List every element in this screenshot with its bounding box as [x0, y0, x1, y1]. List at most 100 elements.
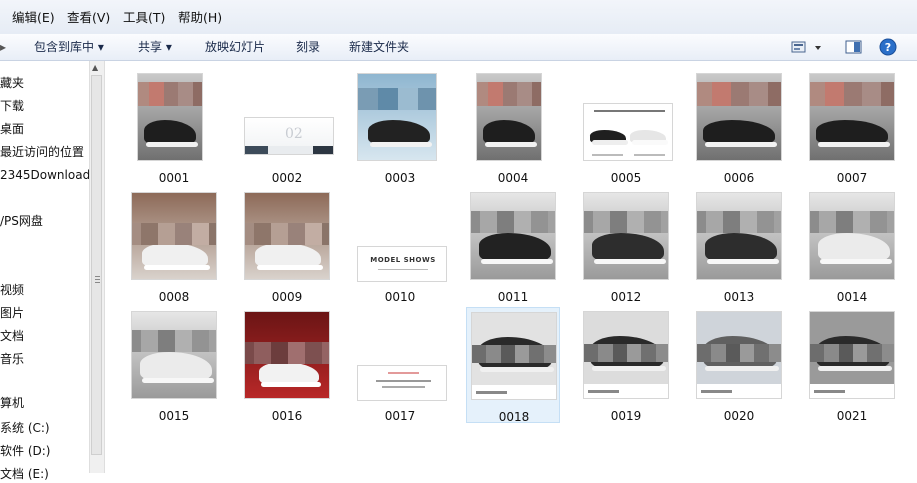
- file-item[interactable]: 0016: [240, 307, 334, 423]
- new-folder-button[interactable]: 新建文件夹: [349, 39, 409, 55]
- slideshow-button[interactable]: 放映幻灯片: [205, 39, 265, 55]
- file-item[interactable]: 0012: [579, 188, 673, 304]
- file-name: 0015: [158, 409, 190, 423]
- file-item[interactable]: 0014: [805, 188, 899, 304]
- scroll-up-icon[interactable]: ▲: [92, 63, 98, 72]
- image-thumbnail: [805, 188, 899, 288]
- file-item[interactable]: 0020: [692, 307, 786, 423]
- image-thumbnail: [579, 69, 673, 169]
- file-name: 0019: [610, 409, 642, 423]
- nav-item[interactable]: 桌面: [0, 120, 24, 138]
- file-item[interactable]: 02 0002: [240, 69, 334, 185]
- image-thumbnail: [353, 307, 447, 407]
- thumbnail-caption: MODEL SHOWS: [370, 256, 436, 264]
- file-name: 0011: [497, 290, 529, 304]
- file-name: 0001: [158, 171, 190, 185]
- chevron-left-icon[interactable]: ▸: [0, 39, 6, 55]
- file-name: 0018: [498, 410, 530, 424]
- file-name: 0016: [271, 409, 303, 423]
- nav-item[interactable]: 藏夹: [0, 74, 24, 92]
- include-in-library-button[interactable]: 包含到库中 ▾: [34, 39, 104, 55]
- image-thumbnail: [579, 307, 673, 407]
- nav-scrollbar[interactable]: ▲: [89, 61, 105, 473]
- image-thumbnail: [579, 188, 673, 288]
- nav-item[interactable]: 算机: [0, 394, 24, 412]
- image-thumbnail: [805, 307, 899, 407]
- file-name: 0012: [610, 290, 642, 304]
- file-item[interactable]: 0003: [353, 69, 447, 185]
- nav-item[interactable]: /PS网盘: [0, 212, 43, 230]
- image-thumbnail: [467, 308, 561, 408]
- image-thumbnail: [466, 188, 560, 288]
- file-name: 0007: [836, 171, 868, 185]
- image-thumbnail: 02: [240, 69, 334, 169]
- file-name: 0003: [384, 171, 416, 185]
- share-button[interactable]: 共享 ▾: [138, 39, 172, 55]
- nav-item[interactable]: 2345Downloads: [0, 166, 96, 184]
- image-thumbnail: [692, 307, 786, 407]
- navigation-pane: 藏夹 下载 桌面 最近访问的位置 2345Downloads /PS网盘 视频 …: [0, 61, 96, 481]
- file-name: 0006: [723, 171, 755, 185]
- file-name: 0004: [497, 171, 529, 185]
- nav-item[interactable]: 音乐: [0, 350, 24, 368]
- file-item[interactable]: 0019: [579, 307, 673, 423]
- menu-tools[interactable]: 工具(T): [123, 10, 165, 26]
- nav-item[interactable]: 软件 (D:): [0, 442, 50, 460]
- view-options-icon[interactable]: [791, 38, 823, 56]
- file-name: 0009: [271, 290, 303, 304]
- image-thumbnail: [127, 188, 221, 288]
- file-name: 0014: [836, 290, 868, 304]
- image-thumbnail: [805, 69, 899, 169]
- image-thumbnail: [240, 188, 334, 288]
- file-item[interactable]: 0001: [127, 69, 221, 185]
- file-item[interactable]: 0005: [579, 69, 673, 185]
- file-item[interactable]: 0006: [692, 69, 786, 185]
- file-name: 0021: [836, 409, 868, 423]
- image-thumbnail: MODEL SHOWS: [353, 188, 447, 288]
- file-item[interactable]: 0009: [240, 188, 334, 304]
- nav-item[interactable]: 最近访问的位置: [0, 143, 84, 161]
- file-item[interactable]: 0007: [805, 69, 899, 185]
- nav-item[interactable]: 系统 (C:): [0, 419, 50, 437]
- preview-pane-icon[interactable]: [844, 38, 864, 56]
- file-item[interactable]: 0004: [466, 69, 560, 185]
- scrollbar-thumb[interactable]: [91, 75, 102, 455]
- help-icon[interactable]: ?: [879, 38, 899, 56]
- image-thumbnail: [127, 69, 221, 169]
- menu-help[interactable]: 帮助(H): [178, 10, 222, 26]
- menu-bar: 编辑(E) 查看(V) 工具(T) 帮助(H): [0, 0, 917, 35]
- nav-item[interactable]: 文档: [0, 327, 24, 345]
- nav-item[interactable]: 文档 (E:): [0, 465, 49, 483]
- file-item[interactable]: MODEL SHOWS 0010: [353, 188, 447, 304]
- file-item[interactable]: 0011: [466, 188, 560, 304]
- image-thumbnail: [127, 307, 221, 407]
- burn-button[interactable]: 刻录: [296, 39, 320, 55]
- file-name: 0005: [610, 171, 642, 185]
- image-thumbnail: [692, 69, 786, 169]
- thumbnail-caption: 02: [285, 126, 303, 142]
- file-item[interactable]: 0021: [805, 307, 899, 423]
- menu-edit[interactable]: 编辑(E): [12, 10, 55, 26]
- content-scrollbar[interactable]: [904, 61, 917, 473]
- file-name: 0013: [723, 290, 755, 304]
- file-name: 0010: [384, 290, 416, 304]
- file-item[interactable]: 0013: [692, 188, 786, 304]
- svg-text:?: ?: [885, 41, 891, 54]
- file-name: 0008: [158, 290, 190, 304]
- file-item[interactable]: 0018: [466, 307, 561, 424]
- image-thumbnail: [692, 188, 786, 288]
- file-name: 0017: [384, 409, 416, 423]
- image-thumbnail: [466, 69, 560, 169]
- menu-view[interactable]: 查看(V): [67, 10, 110, 26]
- image-thumbnail: [240, 307, 334, 407]
- file-item[interactable]: 0017: [353, 307, 447, 423]
- file-grid: 0001 02 0002 0003 0004 0005 0006 0007 0008 0009 MO…: [104, 61, 904, 473]
- nav-item[interactable]: 图片: [0, 304, 24, 322]
- file-name: 0002: [271, 171, 303, 185]
- file-item[interactable]: 0015: [127, 307, 221, 423]
- file-item[interactable]: 0008: [127, 188, 221, 304]
- file-name: 0020: [723, 409, 755, 423]
- nav-item[interactable]: 下载: [0, 97, 24, 115]
- command-bar: ▸ 包含到库中 ▾ 共享 ▾ 放映幻灯片 刻录 新建文件夹 ?: [0, 34, 917, 61]
- nav-item[interactable]: 视频: [0, 281, 24, 299]
